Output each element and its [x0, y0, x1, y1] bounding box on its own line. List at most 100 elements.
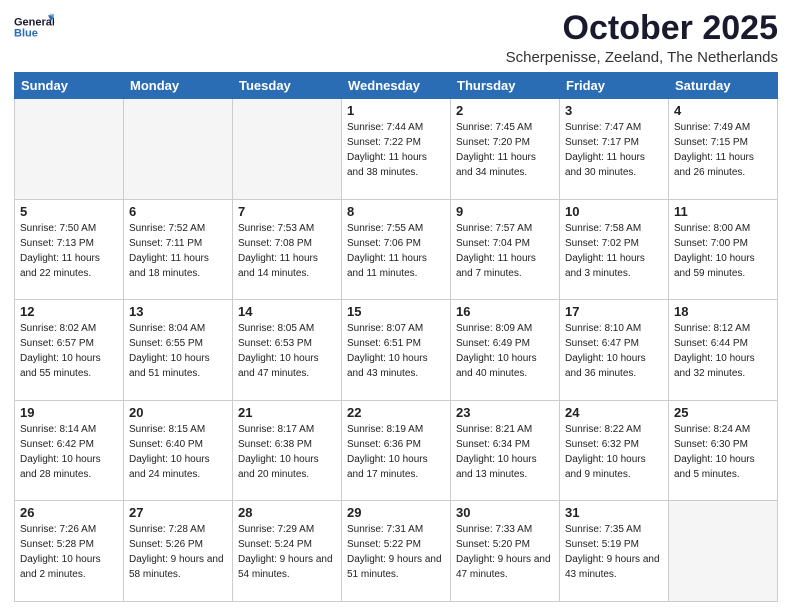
- day-number: 20: [129, 405, 227, 420]
- day-info: Sunrise: 8:10 AM Sunset: 6:47 PM Dayligh…: [565, 321, 663, 381]
- table-row: 21Sunrise: 8:17 AM Sunset: 6:38 PM Dayli…: [233, 400, 342, 501]
- calendar-week-row: 26 Sunrise: 7:26 AM Sunset: 5:28 PM Dayli…: [15, 501, 778, 602]
- table-row: 9Sunrise: 7:57 AM Sunset: 7:04 PM Daylig…: [451, 199, 560, 300]
- calendar-week-row: 12Sunrise: 8:02 AM Sunset: 6:57 PM Dayli…: [15, 300, 778, 401]
- day-number: 1: [347, 103, 445, 118]
- svg-text:Blue: Blue: [14, 27, 38, 39]
- day-info: Sunrise: 7:44 AM Sunset: 7:22 PM Dayligh…: [347, 120, 445, 180]
- day-info: Sunrise: 8:19 AM Sunset: 6:36 PM Dayligh…: [347, 422, 445, 482]
- table-row: 4Sunrise: 7:49 AM Sunset: 7:15 PM Daylig…: [669, 99, 778, 200]
- calendar-week-row: 19 Sunrise: 8:14 AM Sunset: 6:42 PM Dayli…: [15, 400, 778, 501]
- table-row: 30Sunrise: 7:33 AM Sunset: 5:20 PM Dayli…: [451, 501, 560, 602]
- day-number: 23: [456, 405, 554, 420]
- table-row: 22 Sunrise: 8:19 AM Sunset: 6:36 PM Dayli…: [342, 400, 451, 501]
- day-number: 22: [347, 405, 445, 420]
- day-number: 27: [129, 505, 227, 520]
- day-number: 29: [347, 505, 445, 520]
- header: General Blue October 2025 Scherpenisse, …: [14, 10, 778, 66]
- day-info: Sunrise: 8:14 AM Sunset: 6:42 PM Dayligh…: [20, 422, 118, 482]
- table-row: 10 Sunrise: 7:58 AM Sunset: 7:02 PM Dayli…: [560, 199, 669, 300]
- day-info: Sunrise: 7:58 AM Sunset: 7:02 PM Dayligh…: [565, 221, 663, 281]
- header-saturday: Saturday: [669, 73, 778, 99]
- table-row: 2 Sunrise: 7:45 AM Sunset: 7:20 PM Daylig…: [451, 99, 560, 200]
- table-row: 14Sunrise: 8:05 AM Sunset: 6:53 PM Dayli…: [233, 300, 342, 401]
- table-row: 19 Sunrise: 8:14 AM Sunset: 6:42 PM Dayli…: [15, 400, 124, 501]
- day-info: Sunrise: 8:15 AM Sunset: 6:40 PM Dayligh…: [129, 422, 227, 482]
- table-row: 29 Sunrise: 7:31 AM Sunset: 5:22 PM Dayli…: [342, 501, 451, 602]
- calendar-week-row: 1 Sunrise: 7:44 AM Sunset: 7:22 PM Daylig…: [15, 99, 778, 200]
- month-title: October 2025: [506, 10, 778, 47]
- day-info: Sunrise: 7:26 AM Sunset: 5:28 PM Dayligh…: [20, 522, 118, 582]
- day-number: 10: [565, 204, 663, 219]
- day-info: Sunrise: 7:35 AM Sunset: 5:19 PM Dayligh…: [565, 522, 663, 582]
- table-row: 12Sunrise: 8:02 AM Sunset: 6:57 PM Dayli…: [15, 300, 124, 401]
- location-title: Scherpenisse, Zeeland, The Netherlands: [506, 49, 778, 66]
- day-info: Sunrise: 7:55 AM Sunset: 7:06 PM Dayligh…: [347, 221, 445, 281]
- table-row: 17 Sunrise: 8:10 AM Sunset: 6:47 PM Dayli…: [560, 300, 669, 401]
- table-row: [669, 501, 778, 602]
- day-number: 8: [347, 204, 445, 219]
- day-info: Sunrise: 8:00 AM Sunset: 7:00 PM Dayligh…: [674, 221, 772, 281]
- table-row: 11 Sunrise: 8:00 AM Sunset: 7:00 PM Dayli…: [669, 199, 778, 300]
- day-info: Sunrise: 7:53 AM Sunset: 7:08 PM Dayligh…: [238, 221, 336, 281]
- table-row: [15, 99, 124, 200]
- day-info: Sunrise: 7:49 AM Sunset: 7:15 PM Dayligh…: [674, 120, 772, 180]
- table-row: 24 Sunrise: 8:22 AM Sunset: 6:32 PM Dayli…: [560, 400, 669, 501]
- day-info: Sunrise: 8:24 AM Sunset: 6:30 PM Dayligh…: [674, 422, 772, 482]
- header-friday: Friday: [560, 73, 669, 99]
- day-number: 9: [456, 204, 554, 219]
- day-info: Sunrise: 8:04 AM Sunset: 6:55 PM Dayligh…: [129, 321, 227, 381]
- day-number: 3: [565, 103, 663, 118]
- day-number: 7: [238, 204, 336, 219]
- table-row: 26 Sunrise: 7:26 AM Sunset: 5:28 PM Dayli…: [15, 501, 124, 602]
- day-number: 14: [238, 304, 336, 319]
- title-block: October 2025 Scherpenisse, Zeeland, The …: [506, 10, 778, 66]
- day-info: Sunrise: 7:29 AM Sunset: 5:24 PM Dayligh…: [238, 522, 336, 582]
- day-number: 24: [565, 405, 663, 420]
- day-number: 31: [565, 505, 663, 520]
- table-row: 6 Sunrise: 7:52 AM Sunset: 7:11 PM Daylig…: [124, 199, 233, 300]
- table-row: 18Sunrise: 8:12 AM Sunset: 6:44 PM Dayli…: [669, 300, 778, 401]
- day-number: 2: [456, 103, 554, 118]
- table-row: 13Sunrise: 8:04 AM Sunset: 6:55 PM Dayli…: [124, 300, 233, 401]
- day-info: Sunrise: 7:33 AM Sunset: 5:20 PM Dayligh…: [456, 522, 554, 582]
- header-monday: Monday: [124, 73, 233, 99]
- day-info: Sunrise: 8:12 AM Sunset: 6:44 PM Dayligh…: [674, 321, 772, 381]
- day-number: 26: [20, 505, 118, 520]
- day-number: 28: [238, 505, 336, 520]
- header-wednesday: Wednesday: [342, 73, 451, 99]
- day-number: 5: [20, 204, 118, 219]
- day-number: 19: [20, 405, 118, 420]
- table-row: 25 Sunrise: 8:24 AM Sunset: 6:30 PM Dayli…: [669, 400, 778, 501]
- day-info: Sunrise: 7:28 AM Sunset: 5:26 PM Dayligh…: [129, 522, 227, 582]
- day-number: 6: [129, 204, 227, 219]
- day-info: Sunrise: 7:50 AM Sunset: 7:13 PM Dayligh…: [20, 221, 118, 281]
- logo-icon: General Blue: [14, 10, 54, 40]
- table-row: 28 Sunrise: 7:29 AM Sunset: 5:24 PM Dayli…: [233, 501, 342, 602]
- table-row: 20 Sunrise: 8:15 AM Sunset: 6:40 PM Dayli…: [124, 400, 233, 501]
- day-number: 11: [674, 204, 772, 219]
- table-row: [233, 99, 342, 200]
- day-number: 25: [674, 405, 772, 420]
- day-info: Sunrise: 7:31 AM Sunset: 5:22 PM Dayligh…: [347, 522, 445, 582]
- day-info: Sunrise: 8:21 AM Sunset: 6:34 PM Dayligh…: [456, 422, 554, 482]
- day-info: Sunrise: 8:02 AM Sunset: 6:57 PM Dayligh…: [20, 321, 118, 381]
- page: General Blue October 2025 Scherpenisse, …: [0, 0, 792, 612]
- header-tuesday: Tuesday: [233, 73, 342, 99]
- day-info: Sunrise: 8:07 AM Sunset: 6:51 PM Dayligh…: [347, 321, 445, 381]
- table-row: 23 Sunrise: 8:21 AM Sunset: 6:34 PM Dayli…: [451, 400, 560, 501]
- day-info: Sunrise: 8:22 AM Sunset: 6:32 PM Dayligh…: [565, 422, 663, 482]
- table-row: 27 Sunrise: 7:28 AM Sunset: 5:26 PM Dayli…: [124, 501, 233, 602]
- day-info: Sunrise: 8:09 AM Sunset: 6:49 PM Dayligh…: [456, 321, 554, 381]
- table-row: 7 Sunrise: 7:53 AM Sunset: 7:08 PM Daylig…: [233, 199, 342, 300]
- header-sunday: Sunday: [15, 73, 124, 99]
- day-number: 17: [565, 304, 663, 319]
- day-info: Sunrise: 7:52 AM Sunset: 7:11 PM Dayligh…: [129, 221, 227, 281]
- day-info: Sunrise: 8:17 AM Sunset: 6:38 PM Dayligh…: [238, 422, 336, 482]
- day-info: Sunrise: 7:47 AM Sunset: 7:17 PM Dayligh…: [565, 120, 663, 180]
- table-row: 5 Sunrise: 7:50 AM Sunset: 7:13 PM Daylig…: [15, 199, 124, 300]
- table-row: 1 Sunrise: 7:44 AM Sunset: 7:22 PM Daylig…: [342, 99, 451, 200]
- calendar-header-row: Sunday Monday Tuesday Wednesday Thursday…: [15, 73, 778, 99]
- table-row: 15Sunrise: 8:07 AM Sunset: 6:51 PM Dayli…: [342, 300, 451, 401]
- day-info: Sunrise: 7:45 AM Sunset: 7:20 PM Dayligh…: [456, 120, 554, 180]
